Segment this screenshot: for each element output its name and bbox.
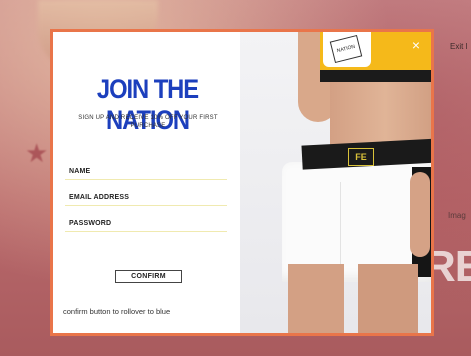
signup-modal: JOIN THE NATION SIGN UP AND RECEIVE 10% … [50,29,434,336]
signup-form-panel: JOIN THE NATION SIGN UP AND RECEIVE 10% … [53,32,240,333]
waistband-logo: FE [348,148,374,166]
email-field[interactable]: EMAIL ADDRESS [65,193,227,206]
photo-bra-band [320,70,431,82]
image-label: Imag [448,211,466,220]
password-input[interactable] [65,219,227,231]
exit-link[interactable]: Exit l [450,42,467,51]
design-note: confirm button to rollover to blue [63,307,171,316]
confirm-button[interactable]: CONFIRM [115,270,182,283]
photo-leg-right [358,264,418,333]
photo-hand [410,172,430,257]
star-icon: ★ [25,138,49,168]
photo-leg-left [288,264,344,333]
close-icon[interactable]: × [409,38,423,52]
email-input[interactable] [65,193,227,205]
password-field[interactable]: PASSWORD [65,219,227,232]
name-field[interactable]: NAME [65,167,227,180]
name-input[interactable] [65,167,227,179]
modal-subtitle: SIGN UP AND RECEIVE 10% OFF YOUR FIRST P… [78,115,218,129]
model-photo: NATION FE × [240,32,431,333]
